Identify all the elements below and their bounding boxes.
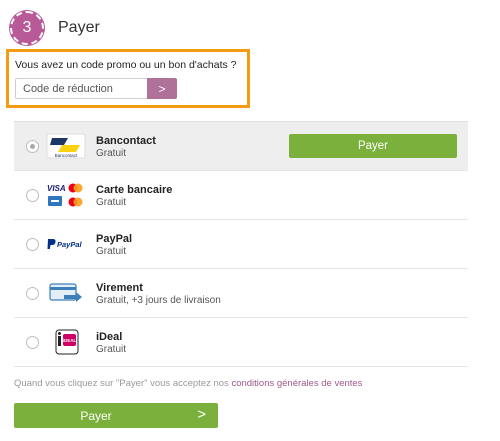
terms-link[interactable]: conditions générales de ventes [231, 378, 362, 389]
promo-submit-button[interactable]: > [147, 78, 177, 99]
bancontact-logo-text: Bancontact [55, 153, 78, 158]
method-detail-carte-bancaire: Gratuit [96, 197, 127, 208]
radio-ideal[interactable] [26, 336, 39, 349]
method-detail-paypal: Gratuit [96, 246, 127, 257]
method-detail-virement: Gratuit, +3 jours de livraison [96, 295, 221, 306]
method-name-paypal: PayPal [96, 233, 133, 245]
chevron-right-icon: > [197, 406, 206, 423]
radio-virement[interactable] [26, 287, 39, 300]
pay-button-label: Payer [80, 409, 112, 423]
promo-code-input[interactable] [15, 78, 147, 99]
payment-method-virement[interactable]: Virement Gratuit, +3 jours de livraison [14, 269, 468, 318]
visa-logo-text: VISA [47, 184, 66, 193]
paypal-logo-icon: PayPal [47, 239, 83, 249]
bank-transfer-icon [49, 283, 82, 302]
radio-carte-bancaire[interactable] [26, 189, 39, 202]
pay-bancontact-button[interactable]: Payer [289, 134, 457, 158]
cards-logo-icon: VISA [47, 183, 83, 207]
ideal-logo-icon: iDEAL [55, 329, 79, 355]
payment-method-paypal[interactable]: PayPal PayPal Gratuit [14, 220, 468, 269]
promo-code-box: Vous avez un code promo ou un bon d'acha… [6, 49, 250, 108]
terms-notice: Quand vous cliquez sur "Payer" vous acce… [14, 378, 362, 389]
step-title: Payer [58, 19, 100, 36]
method-detail-bancontact: Gratuit [96, 148, 127, 159]
method-detail-ideal: Gratuit [96, 344, 127, 355]
method-name-virement: Virement [96, 282, 143, 294]
paypal-logo-text: PayPal [57, 240, 83, 249]
payment-method-carte-bancaire[interactable]: VISA Carte bancaire Gratuit [14, 171, 468, 220]
method-name-ideal: iDeal [96, 331, 123, 343]
method-name-bancontact: Bancontact [96, 135, 156, 147]
payment-method-ideal[interactable]: iDEAL iDeal Gratuit [14, 318, 468, 367]
payment-methods-list: Bancontact Bancontact Gratuit Payer VISA… [14, 121, 468, 367]
step-header: 3 Payer [10, 8, 100, 48]
radio-paypal[interactable] [26, 238, 39, 251]
method-name-carte-bancaire: Carte bancaire [96, 184, 173, 196]
radio-bancontact[interactable] [26, 140, 39, 153]
payment-method-bancontact[interactable]: Bancontact Bancontact Gratuit Payer [14, 122, 468, 171]
terms-prefix: Quand vous cliquez sur "Payer" vous acce… [14, 378, 229, 389]
step-number-badge: 3 [10, 11, 44, 45]
promo-question: Vous avez un code promo ou un bon d'acha… [15, 59, 237, 71]
ideal-logo-text: iDEAL [63, 338, 77, 343]
pay-button[interactable]: Payer > [14, 403, 218, 428]
bancontact-logo-icon: Bancontact [46, 133, 86, 159]
